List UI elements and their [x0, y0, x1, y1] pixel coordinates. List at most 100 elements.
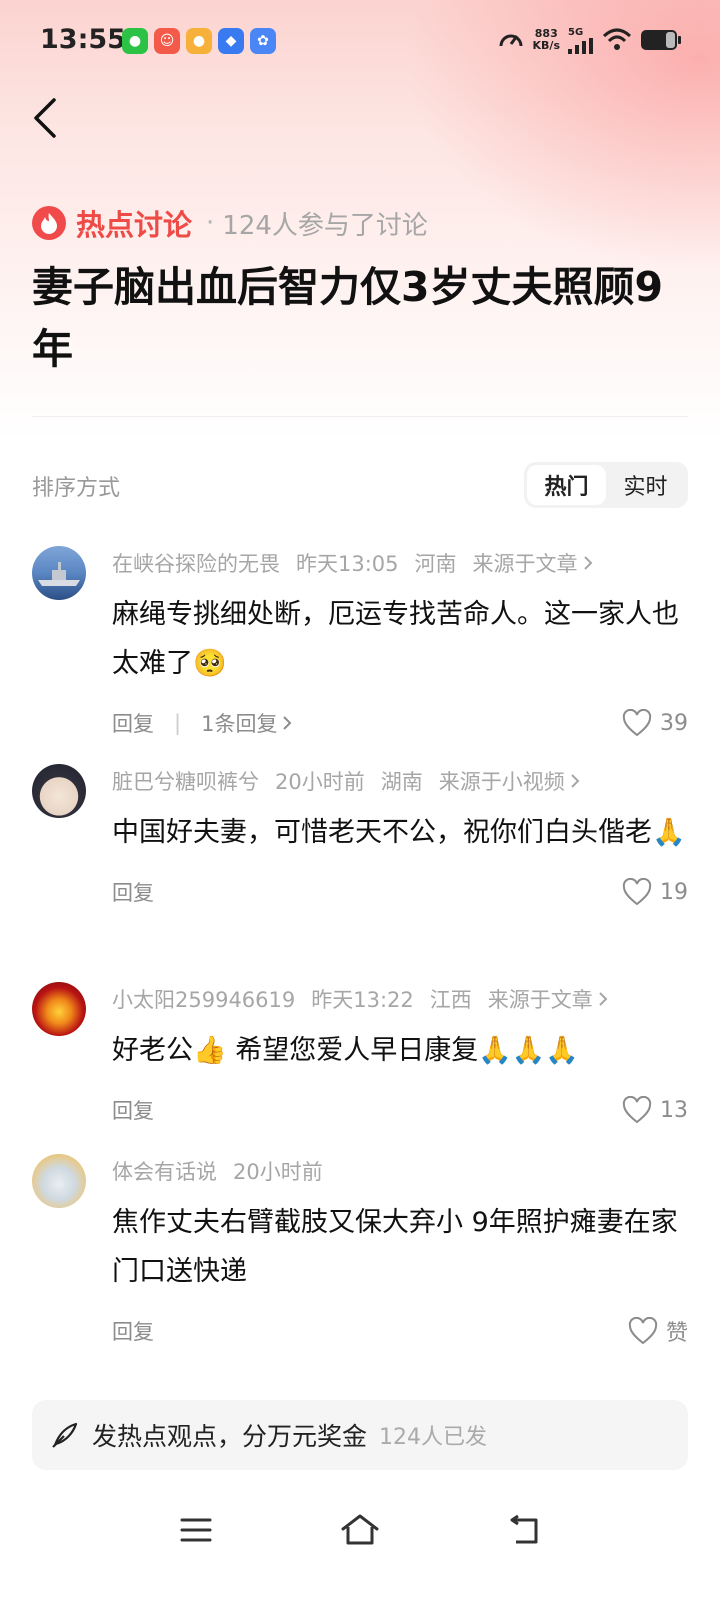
- avatar[interactable]: [32, 1154, 86, 1208]
- comment-item: 小太阳259946619 昨天13:22 江西 来源于文章 好老公👍 希望您爱人…: [0, 976, 720, 1148]
- system-nav-bar: [0, 1490, 720, 1570]
- comment-actions: 回复 13: [112, 1085, 688, 1135]
- comment-username[interactable]: 体会有话说: [112, 1156, 217, 1186]
- network-type: 5G: [568, 26, 584, 38]
- sort-toggle: 热门 实时: [524, 462, 688, 508]
- like-button[interactable]: 19: [622, 878, 688, 906]
- chevron-right-icon: [583, 556, 592, 570]
- like-button[interactable]: 13: [622, 1096, 688, 1124]
- comment-username[interactable]: 在峡谷探险的无畏: [112, 548, 280, 578]
- comment-item: 脏巴兮糖呗裤兮 20小时前 湖南 来源于小视频 中国好夫妻，可惜老天不公，祝你们…: [0, 758, 720, 976]
- comment-item: 体会有话说 20小时前 焦作丈夫右臂截肢又保大弃小 9年照护瘫妻在家门口送快递 …: [0, 1148, 720, 1382]
- comment-content: 好老公👍 希望您爱人早日康复🙏🙏🙏: [112, 1035, 580, 1066]
- tag-separator: ·: [206, 208, 215, 238]
- reply-button[interactable]: 回复: [112, 1095, 154, 1125]
- signal-group: 5G: [568, 27, 594, 54]
- participant-count: 124人参与了讨论: [222, 210, 428, 241]
- reply-button[interactable]: 回复: [112, 708, 154, 738]
- comment-content: 中国好夫妻，可惜老天不公，祝你们白头偕老🙏: [112, 817, 686, 848]
- comment-location: 江西: [429, 988, 472, 1012]
- like-count: 13: [660, 1097, 688, 1123]
- comment-source-link[interactable]: 来源于文章: [488, 984, 609, 1014]
- comment-source-link[interactable]: 来源于文章: [473, 548, 594, 578]
- post-opinion-bar[interactable]: 发热点观点，分万元奖金 124人已发: [32, 1400, 688, 1470]
- home-button[interactable]: [338, 1508, 382, 1552]
- comment-source-label: 来源于小视频: [438, 770, 565, 794]
- avatar[interactable]: [32, 982, 86, 1036]
- comment-content: 麻绳专挑细处断，厄运专找苦命人。这一家人也太难了🥺: [112, 599, 679, 679]
- like-count: 39: [660, 710, 688, 736]
- heart-icon: [628, 1317, 658, 1345]
- comment-location: 河南: [414, 552, 457, 576]
- heart-icon: [622, 878, 652, 906]
- comment-list: 在峡谷探险的无畏 昨天13:05 河南 来源于文章 麻绳专挑细处断，厄运专找苦命…: [0, 540, 720, 1382]
- comment-item: 在峡谷探险的无畏 昨天13:05 河南 来源于文章 麻绳专挑细处断，厄运专找苦命…: [0, 540, 720, 758]
- mascot-app-icon: ●: [186, 28, 212, 54]
- comment-time: 20小时前: [275, 770, 365, 794]
- like-button[interactable]: 赞: [628, 1315, 688, 1347]
- like-count: 19: [660, 879, 688, 905]
- comment-source-link[interactable]: 来源于小视频: [439, 766, 581, 796]
- signal-icon: [568, 37, 593, 54]
- status-time: 13:55: [40, 24, 126, 55]
- comment-username[interactable]: 小太阳259946619: [112, 984, 295, 1014]
- replies-count: 1条回复: [201, 712, 278, 736]
- comment-source-label: 来源于文章: [472, 552, 578, 576]
- avatar[interactable]: [32, 546, 86, 600]
- net-speed: 883 KB/s: [533, 28, 560, 52]
- status-right: 883 KB/s 5G: [497, 26, 682, 54]
- wechat-icon: ●: [122, 28, 148, 54]
- avatar[interactable]: [32, 764, 86, 818]
- like-button[interactable]: 39: [622, 709, 688, 737]
- divider: [32, 416, 688, 417]
- comment-time: 昨天13:05: [296, 552, 399, 576]
- comment-username[interactable]: 脏巴兮糖呗裤兮: [112, 766, 259, 796]
- comment-meta: 在峡谷探险的无畏 昨天13:05 河南 来源于文章: [112, 540, 688, 586]
- sort-option-realtime[interactable]: 实时: [606, 465, 685, 505]
- comment-actions: 回复 赞: [112, 1306, 688, 1356]
- battery-icon: [641, 30, 681, 50]
- status-bar: 13:55 ● ☺ ● ◆ ✿ 883 KB/s 5G: [0, 0, 720, 84]
- comment-time: 20小时前: [233, 1160, 323, 1184]
- comment-source-label: 来源于文章: [487, 988, 593, 1012]
- speedometer-icon: [499, 34, 523, 47]
- baidu-icon: ✿: [250, 28, 276, 54]
- comment-actions: 回复 | 1条回复 39: [112, 698, 688, 748]
- comment-time: 昨天13:22: [311, 988, 414, 1012]
- topic-title: 妻子脑出血后智力仅3岁丈夫照顾9年: [32, 263, 664, 373]
- chevron-left-icon: [34, 98, 56, 138]
- chevron-right-icon: [571, 774, 580, 788]
- comment-meta: 脏巴兮糖呗裤兮 20小时前 湖南 来源于小视频: [112, 758, 688, 804]
- topic-tag-label: 热点讨论: [76, 208, 193, 242]
- chevron-right-icon: [599, 992, 608, 1006]
- home-icon: [341, 1514, 379, 1545]
- ship-image: [38, 562, 80, 586]
- back-nav-button[interactable]: [502, 1508, 546, 1552]
- reply-button[interactable]: 回复: [112, 877, 154, 907]
- heart-icon: [622, 1096, 652, 1124]
- net-speed-unit: KB/s: [532, 39, 560, 52]
- post-opinion-text: 发热点观点，分万元奖金: [92, 1422, 368, 1451]
- like-label: 赞: [665, 1321, 688, 1346]
- flame-icon: [32, 206, 66, 240]
- menu-icon: [180, 1518, 212, 1542]
- post-opinion-count: 124人已发: [379, 1425, 488, 1450]
- sort-option-hot[interactable]: 热门: [527, 465, 606, 505]
- back-button[interactable]: [28, 96, 68, 140]
- topic-tag: 热点讨论 · 124人参与了讨论: [32, 203, 428, 243]
- reply-button[interactable]: 回复: [112, 1316, 154, 1346]
- menu-button[interactable]: [174, 1508, 218, 1552]
- comment-meta: 体会有话说 20小时前: [112, 1148, 688, 1194]
- wifi-icon: [602, 28, 632, 50]
- sort-label: 排序方式: [32, 476, 121, 501]
- pen-icon: [52, 1422, 78, 1448]
- comment-meta: 小太阳259946619 昨天13:22 江西 来源于文章: [112, 976, 688, 1022]
- blue-app-icon: ◆: [218, 28, 244, 54]
- comment-content: 焦作丈夫右臂截肢又保大弃小 9年照护瘫妻在家门口送快递: [112, 1207, 678, 1287]
- view-replies-button[interactable]: 1条回复: [201, 708, 293, 738]
- clown-app-icon: ☺: [154, 28, 180, 54]
- heart-icon: [622, 709, 652, 737]
- notification-icons: ● ☺ ● ◆ ✿: [122, 28, 276, 54]
- return-icon: [510, 1514, 538, 1544]
- comment-actions: 回复 19: [112, 867, 688, 917]
